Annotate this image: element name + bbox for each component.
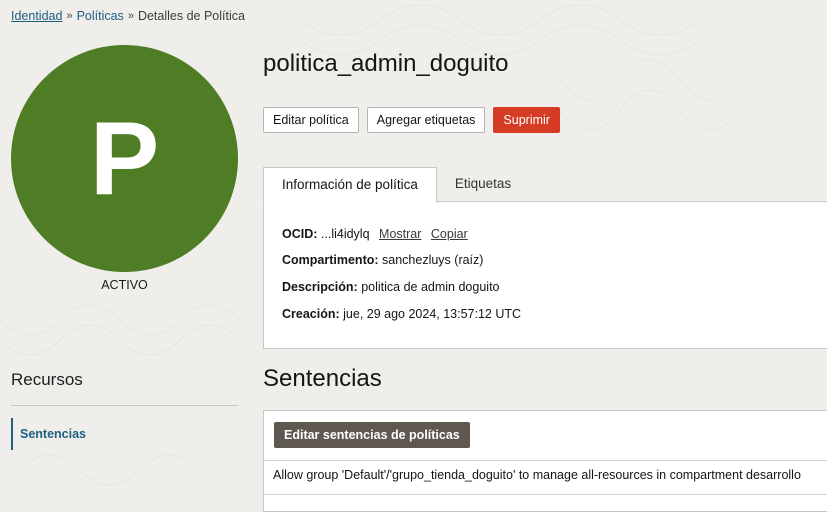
statements-title: Sentencias bbox=[263, 365, 382, 392]
statements-panel: Editar sentencias de políticas Allow gro… bbox=[263, 410, 827, 512]
ocid-label: OCID: bbox=[282, 227, 318, 241]
statements-divider bbox=[264, 494, 827, 495]
breadcrumb: Identidad » Políticas » Detalles de Polí… bbox=[11, 9, 245, 23]
edit-policy-button[interactable]: Editar política bbox=[263, 107, 359, 133]
created-label: Creación: bbox=[282, 307, 340, 321]
tab-bar: Información de política Etiquetas bbox=[263, 167, 529, 203]
breadcrumb-separator-icon: » bbox=[127, 10, 134, 22]
compartment-label: Compartimento: bbox=[282, 253, 379, 267]
resources-title: Recursos bbox=[11, 370, 83, 389]
status-badge: ACTIVO bbox=[101, 278, 148, 292]
compartment-row: Compartimento: sanchezluys (raíz) bbox=[282, 253, 483, 267]
resources-divider bbox=[11, 405, 238, 406]
statement-row: Allow group 'Default'/'grupo_tienda_dogu… bbox=[273, 468, 801, 482]
breadcrumb-identidad[interactable]: Identidad bbox=[11, 9, 62, 23]
policy-info-panel: OCID: ...li4idylq Mostrar Copiar Compart… bbox=[263, 201, 827, 349]
breadcrumb-politicas[interactable]: Políticas bbox=[77, 9, 124, 23]
avatar-letter: P bbox=[89, 100, 160, 217]
add-tags-button[interactable]: Agregar etiquetas bbox=[366, 107, 486, 133]
show-ocid-link[interactable]: Mostrar bbox=[379, 227, 421, 241]
description-row: Descripción: politica de admin doguito bbox=[282, 280, 500, 294]
delete-button[interactable]: Suprimir bbox=[493, 107, 560, 133]
resources-item-sentencias[interactable]: Sentencias bbox=[11, 418, 240, 450]
created-row: Creación: jue, 29 ago 2024, 13:57:12 UTC bbox=[282, 307, 521, 321]
action-bar: Editar política Agregar etiquetas Suprim… bbox=[263, 107, 560, 133]
ocid-value: ...li4idylq bbox=[320, 227, 370, 241]
statements-divider bbox=[264, 460, 827, 461]
description-label: Descripción: bbox=[282, 280, 358, 294]
tab-tags[interactable]: Etiquetas bbox=[437, 167, 529, 201]
breadcrumb-separator-icon: » bbox=[66, 10, 73, 22]
policy-avatar: P bbox=[11, 45, 238, 272]
ocid-row: OCID: ...li4idylq Mostrar Copiar bbox=[282, 227, 468, 241]
breadcrumb-current: Detalles de Política bbox=[137, 9, 245, 23]
compartment-value: sanchezluys (raíz) bbox=[382, 253, 484, 267]
created-value: jue, 29 ago 2024, 13:57:12 UTC bbox=[343, 307, 522, 321]
tab-policy-info[interactable]: Información de política bbox=[263, 167, 437, 203]
description-value: politica de admin doguito bbox=[361, 280, 500, 294]
copy-ocid-link[interactable]: Copiar bbox=[431, 227, 468, 241]
page-title: politica_admin_doguito bbox=[263, 50, 509, 77]
edit-statements-button[interactable]: Editar sentencias de políticas bbox=[274, 422, 470, 448]
